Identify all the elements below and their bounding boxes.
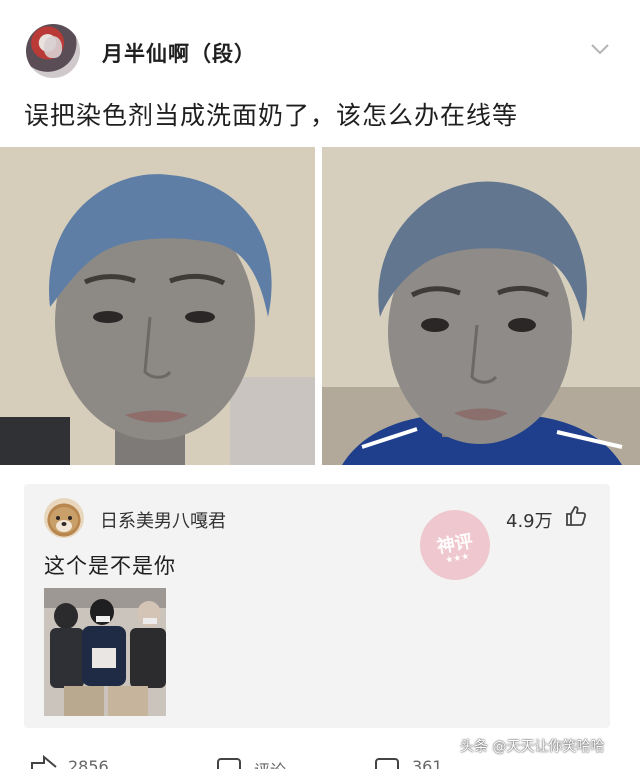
share-icon — [31, 755, 57, 769]
thumbs-up-icon[interactable] — [564, 504, 588, 528]
author-name[interactable]: 月半仙啊（段） — [102, 38, 256, 68]
comment-icon — [217, 758, 241, 769]
selfie-illustration-left — [0, 147, 315, 465]
comment-photo[interactable] — [44, 588, 166, 716]
like-count: 361 — [412, 757, 443, 769]
post-header: 月半仙啊（段） — [0, 0, 640, 90]
post-text: 误把染色剂当成洗面奶了，该怎么办在线等 — [24, 101, 519, 130]
share-action[interactable]: 2856 — [28, 755, 168, 769]
share-count: 2856 — [68, 757, 109, 769]
hot-comment-stamp: 神评 ★★★ — [414, 504, 496, 586]
post-photo-left[interactable] — [0, 147, 315, 465]
comment-like-count: 4.9万 — [506, 511, 553, 532]
commenter-name[interactable]: 日系美男八嘎君 — [100, 507, 226, 533]
author-avatar[interactable] — [26, 24, 80, 78]
post-action-bar: 2856 评论 361 — [0, 755, 640, 769]
comment-text: 这个是不是你 — [44, 554, 176, 578]
chevron-down-icon[interactable] — [590, 42, 610, 56]
selfie-illustration-right — [322, 147, 640, 465]
post-photo-right[interactable] — [322, 147, 640, 465]
comment-action[interactable]: 评论 — [214, 755, 334, 769]
subway-photo-illustration — [44, 588, 166, 716]
commenter-avatar[interactable] — [44, 498, 84, 538]
like-icon — [375, 758, 399, 769]
comment-label: 评论 — [254, 757, 286, 769]
dog-face-illustration — [50, 507, 78, 533]
toutiao-watermark: 头条 @天天让你笑哈哈 — [460, 739, 605, 755]
like-action[interactable]: 361 — [372, 755, 492, 769]
top-comment-card: 日系美男八嘎君 神评 ★★★ 4.9万 这个是不是你 — [24, 484, 610, 728]
